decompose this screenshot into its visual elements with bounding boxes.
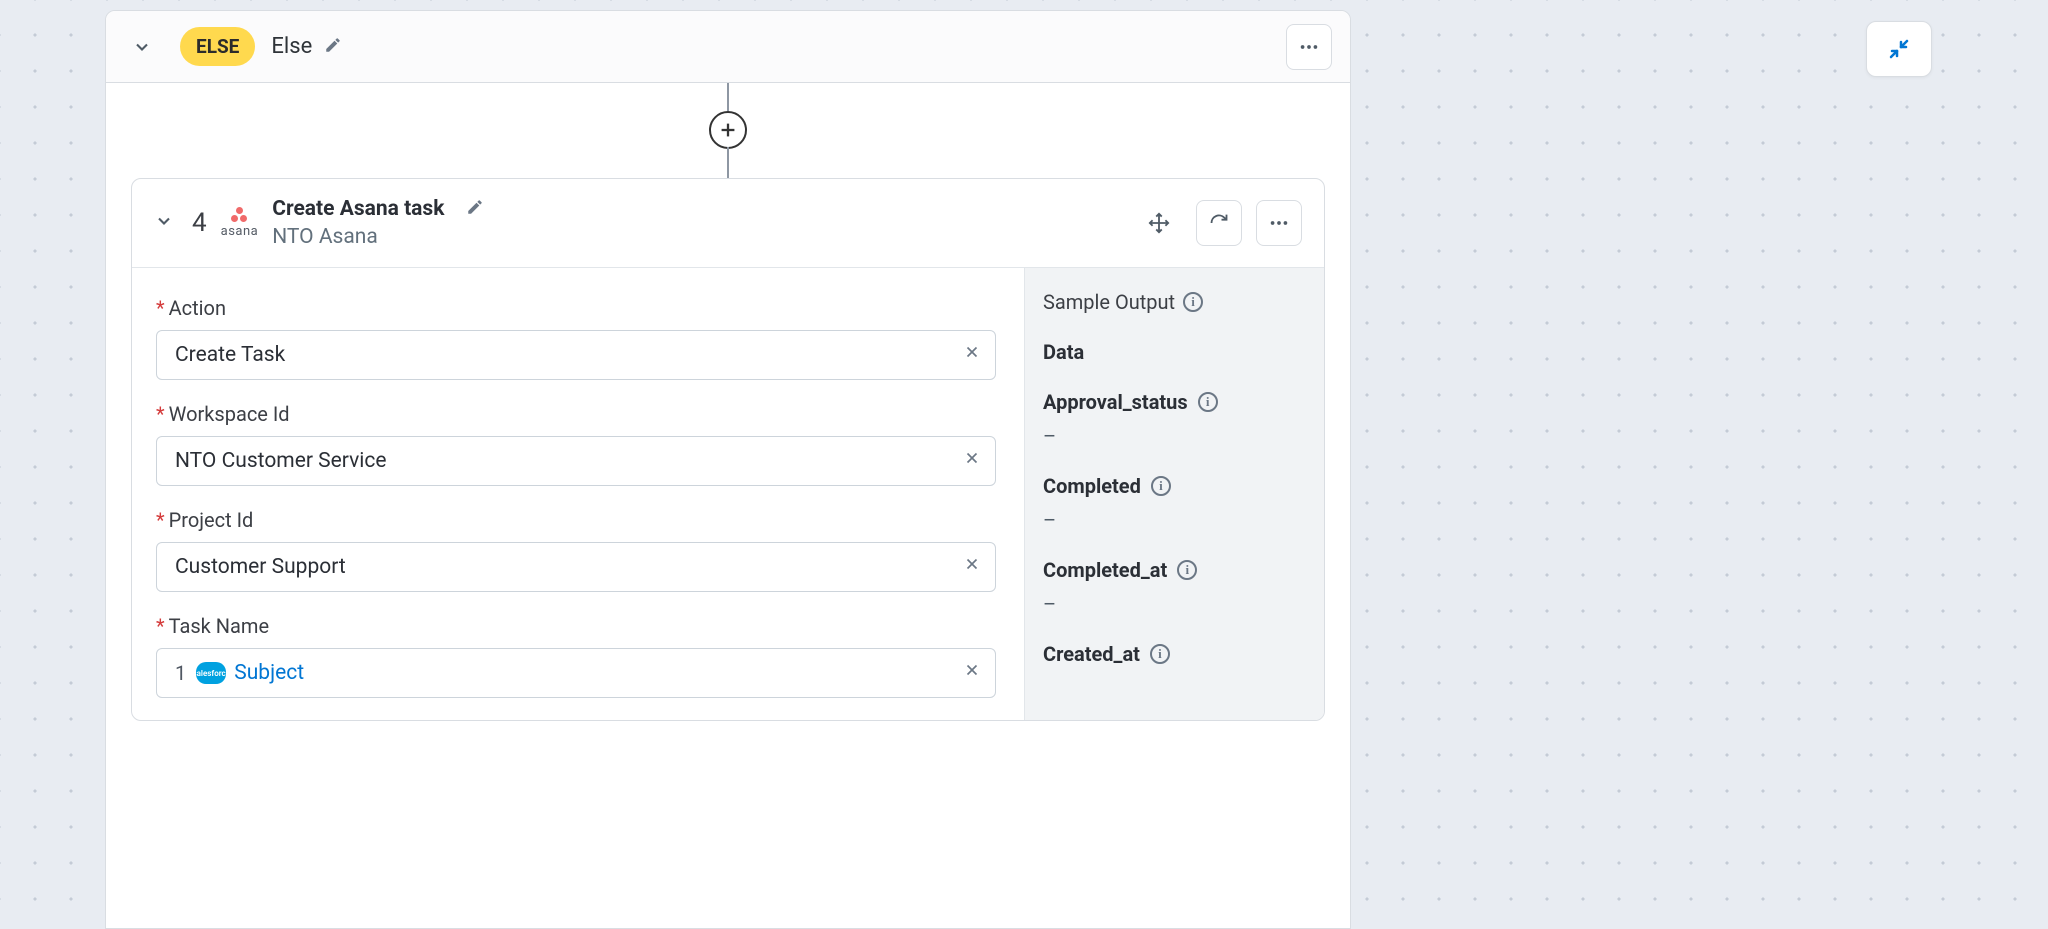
connector-line xyxy=(727,147,729,178)
output-item: Approval_status i – xyxy=(1043,390,1306,448)
taskname-input[interactable]: 1 salesforce Subject xyxy=(156,648,996,698)
move-step-icon[interactable] xyxy=(1136,200,1182,246)
collapse-step-chevron[interactable] xyxy=(154,211,174,235)
else-badge: ELSE xyxy=(180,27,255,66)
salesforce-icon: salesforce xyxy=(196,662,226,684)
project-input[interactable]: Customer Support xyxy=(156,542,996,592)
action-value: Create Task xyxy=(175,343,285,367)
info-icon[interactable]: i xyxy=(1150,644,1170,664)
workspace-value: NTO Customer Service xyxy=(175,449,387,473)
output-key: Created_at xyxy=(1043,642,1140,666)
output-key: Approval_status xyxy=(1043,390,1188,414)
asana-logo: asana xyxy=(221,207,259,239)
field-project: *Project Id Customer Support xyxy=(156,508,996,592)
field-taskname: *Task Name 1 salesforce Subject xyxy=(156,614,996,698)
output-column: Sample Output i Data Approval_status i – xyxy=(1024,268,1324,720)
project-value: Customer Support xyxy=(175,555,346,579)
step-more-button[interactable] xyxy=(1256,200,1302,246)
add-step-button[interactable] xyxy=(709,111,747,149)
connector-area xyxy=(106,83,1350,178)
collapse-else-chevron[interactable] xyxy=(124,29,160,65)
step-card: 4 asana Create Asana task xyxy=(131,178,1325,721)
else-label: Else xyxy=(271,34,312,59)
clear-taskname-icon[interactable] xyxy=(963,661,981,685)
info-icon[interactable]: i xyxy=(1183,292,1203,312)
step-number: 4 xyxy=(192,208,207,238)
step-title: Create Asana task xyxy=(272,197,444,221)
refresh-step-button[interactable] xyxy=(1196,200,1242,246)
field-action: *Action Create Task xyxy=(156,296,996,380)
info-icon[interactable]: i xyxy=(1151,476,1171,496)
pill-number: 1 xyxy=(175,661,186,685)
field-label: *Project Id xyxy=(156,508,996,532)
info-icon[interactable]: i xyxy=(1198,392,1218,412)
step-body: *Action Create Task *Workspace Id NTO Cu… xyxy=(132,268,1324,720)
step-header: 4 asana Create Asana task xyxy=(132,179,1324,268)
clear-action-icon[interactable] xyxy=(963,343,981,367)
output-value: – xyxy=(1043,508,1306,532)
output-key: Completed xyxy=(1043,474,1141,498)
action-input[interactable]: Create Task xyxy=(156,330,996,380)
clear-project-icon[interactable] xyxy=(963,555,981,579)
connector-line xyxy=(727,83,729,111)
field-label: *Task Name xyxy=(156,614,996,638)
clear-workspace-icon[interactable] xyxy=(963,449,981,473)
else-block-header: ELSE Else xyxy=(106,11,1350,83)
asana-logo-text: asana xyxy=(221,224,259,239)
else-more-button[interactable] xyxy=(1286,24,1332,70)
edit-step-icon[interactable] xyxy=(466,198,484,220)
output-key: Completed_at xyxy=(1043,558,1167,582)
workspace-input[interactable]: NTO Customer Service xyxy=(156,436,996,486)
sample-output-title: Sample Output i xyxy=(1043,290,1306,314)
field-label: *Workspace Id xyxy=(156,402,996,426)
form-column: *Action Create Task *Workspace Id NTO Cu… xyxy=(132,268,1024,720)
subject-pill[interactable]: Subject xyxy=(234,661,304,685)
output-data-label: Data xyxy=(1043,340,1306,364)
output-item: Created_at i xyxy=(1043,642,1306,666)
output-value: – xyxy=(1043,592,1306,616)
collapse-panel-button[interactable] xyxy=(1866,21,1932,77)
field-label: *Action xyxy=(156,296,996,320)
output-item: Completed_at i – xyxy=(1043,558,1306,616)
output-value: – xyxy=(1043,424,1306,448)
edit-else-icon[interactable] xyxy=(324,36,342,58)
field-workspace: *Workspace Id NTO Customer Service xyxy=(156,402,996,486)
flow-column: ELSE Else 4 xyxy=(105,10,1351,929)
step-subtitle: NTO Asana xyxy=(272,225,484,249)
info-icon[interactable]: i xyxy=(1177,560,1197,580)
output-item: Completed i – xyxy=(1043,474,1306,532)
